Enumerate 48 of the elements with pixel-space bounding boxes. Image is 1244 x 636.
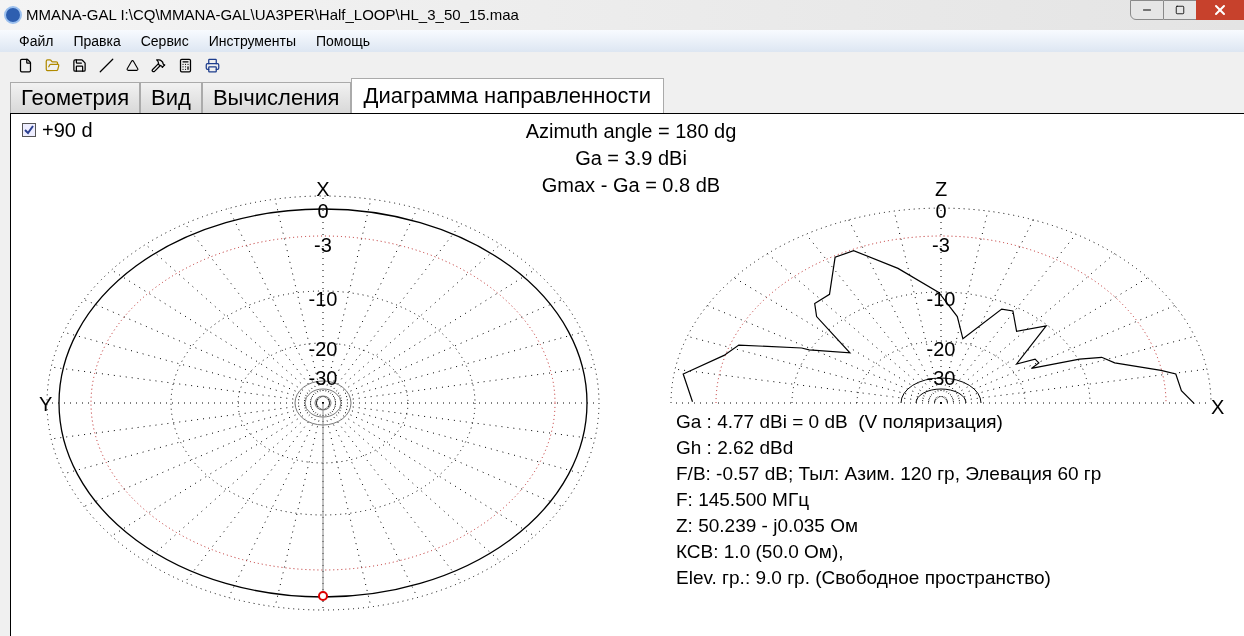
triangle-icon[interactable] [126,58,139,72]
ring-label: -30 [308,367,338,389]
ring-label: -20 [926,338,956,360]
calculator-icon[interactable] [178,57,193,73]
save-icon[interactable] [72,57,87,73]
result-line: Gh : 2.62 dBd [676,436,795,460]
menu-item[interactable]: Файл [19,30,54,52]
maximize-icon [1175,5,1185,15]
line-icon[interactable] [99,57,114,73]
tab[interactable]: Диаграмма направленности [350,78,664,113]
check-icon [24,125,34,135]
gain-summary-text: Gmax - Ga = 0.8 dB [541,173,721,198]
result-line: КСВ: 1.0 (50.0 Ом), [676,540,845,564]
tab[interactable]: Геометрия [10,82,141,113]
gain-summary-text: Azimuth angle = 180 dg [525,119,737,144]
axis-label: X [1211,396,1225,418]
app-logo-icon [4,6,22,24]
close-button[interactable] [1196,0,1244,20]
ring-label: 0 [935,200,947,222]
checkbox-label: +90 d [42,120,93,140]
menu-item[interactable]: Инструменты [208,30,296,52]
gain-summary-text: Ga = 3.9 dBi [575,146,687,171]
tab[interactable]: Вид [140,82,202,113]
minimize-button[interactable] [1130,0,1164,20]
checkbox[interactable] [22,123,36,137]
axis-label: Z [934,178,948,200]
ring-label: -10 [308,288,338,310]
window-title: MMANA-GAL I:\CQ\MMANA-GAL\UA3PER\Half_LOOP\HL_3_50_15.maa [26,4,519,25]
ring-label: -20 [308,338,338,360]
result-line: F: 145.500 МГц [676,488,811,512]
ring-label: -3 [314,234,332,256]
maximize-button[interactable] [1164,0,1196,20]
menu-item[interactable]: Помощь [315,30,371,52]
menu-item[interactable]: Правка [73,30,121,52]
result-line: Ga : 4.77 dBi = 0 dB (V поляризация) [676,410,1004,434]
ring-label: -3 [932,234,950,256]
tab[interactable]: Вычисления [201,82,351,113]
result-line: Z: 50.239 - j0.035 Ом [676,514,860,538]
result-line: F/B: -0.57 dB; Тыл: Азим. 120 гр, Элевация 60 гр [676,462,1102,486]
menu-item[interactable]: Сервис [140,30,189,52]
folder-icon[interactable] [45,57,60,73]
printer-icon[interactable] [205,57,220,73]
new-file-icon[interactable] [18,57,33,73]
tools-icon[interactable] [151,57,166,73]
result-line: Elev. гр.: 9.0 гр. (Свободное пространство) [676,566,1052,590]
close-icon [1212,2,1228,18]
axis-label: X [316,178,330,200]
axis-label: Y [39,393,53,415]
